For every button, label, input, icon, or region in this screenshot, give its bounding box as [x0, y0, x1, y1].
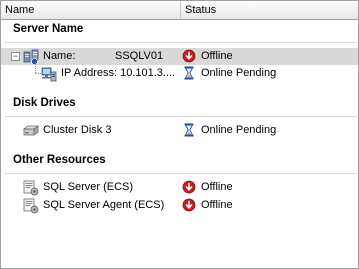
- server-name-value: SSQLV01: [115, 50, 164, 62]
- cluster-name-icon: [23, 49, 39, 65]
- sql-server-agent-resource-icon: [23, 198, 39, 214]
- hourglass-icon: [184, 66, 194, 80]
- ip-address-row[interactable]: IP Address: 10.101.3.... Online Pending: [1, 65, 358, 82]
- offline-icon: [182, 49, 196, 63]
- column-header-status[interactable]: Status: [181, 1, 358, 19]
- section-divider: [5, 173, 357, 174]
- column-header-bar: Name Status: [1, 1, 358, 20]
- cluster-disk-status: Online Pending: [201, 124, 277, 136]
- server-name-status: Offline: [201, 50, 233, 62]
- server-name-row[interactable]: − Name: SSQLV01 Offline: [1, 48, 358, 65]
- hourglass-icon: [184, 123, 194, 137]
- cluster-disk-label: Cluster Disk 3: [43, 124, 112, 136]
- resource-row[interactable]: SQL Server (ECS) Offline: [1, 179, 358, 196]
- offline-icon: [182, 180, 196, 194]
- resource-status: Offline: [201, 199, 233, 211]
- section-disk-drives: Disk Drives: [13, 97, 76, 109]
- cluster-disk-row[interactable]: Cluster Disk 3 Online Pending: [1, 122, 358, 139]
- section-divider: [5, 42, 357, 43]
- resource-row[interactable]: SQL Server Agent (ECS) Offline: [1, 197, 358, 214]
- ip-address-label: IP Address: 10.101.3....: [61, 67, 176, 79]
- resource-label: SQL Server Agent (ECS): [43, 199, 165, 211]
- section-other-resources: Other Resources: [13, 154, 106, 166]
- resource-list-pane: Name Status Server Name − Name: SSQLV01 …: [0, 0, 359, 269]
- network-adapter-icon: [41, 67, 57, 82]
- column-header-name[interactable]: Name: [1, 1, 181, 19]
- resource-label: SQL Server (ECS): [43, 181, 134, 193]
- offline-icon: [182, 198, 196, 212]
- sql-server-resource-icon: [23, 180, 39, 196]
- disk-drive-icon: [23, 125, 39, 136]
- resource-status: Offline: [201, 181, 233, 193]
- ip-address-status: Online Pending: [201, 67, 277, 79]
- collapse-icon[interactable]: −: [11, 52, 20, 61]
- section-divider: [5, 116, 357, 117]
- section-server-name: Server Name: [13, 23, 84, 35]
- server-name-label: Name:: [43, 50, 76, 62]
